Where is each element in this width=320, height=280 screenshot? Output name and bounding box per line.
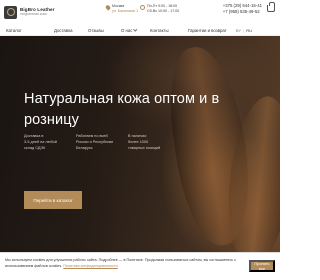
clock-icon — [140, 4, 145, 10]
feature-line: России и Республике — [76, 140, 114, 145]
go-to-catalog-button[interactable]: Перейти в каталог — [24, 191, 82, 209]
lang-ru[interactable]: RU — [246, 28, 252, 33]
feature-line: 3-5 дней на любой — [24, 140, 57, 145]
nav-item-delivery[interactable]: Доставка — [54, 28, 72, 33]
nav-item-label: Контакты — [150, 27, 169, 33]
cart-icon[interactable] — [267, 2, 275, 12]
work-schedule: Пн-Пт 9:00 - 18:00 Сб-Вс 10:00 - 17:00 — [140, 4, 179, 14]
nav-item-label: О нас — [121, 27, 133, 33]
site-header: BigBro Leather натуральная кожа Москва у… — [0, 0, 280, 24]
hero-title: Натуральная кожа оптом и в розницу — [24, 91, 220, 129]
nav-item-label: Отзывы — [88, 27, 104, 33]
city-selector[interactable]: Москва ул. Бакинская 1 — [104, 4, 139, 14]
nav-item-catalog[interactable]: Каталог — [6, 28, 22, 33]
feature-line: более 1000 — [128, 140, 149, 145]
nav-item-about[interactable]: О нас — [121, 27, 138, 33]
phone-link-ru[interactable]: +7 (958) 535-49-52 — [223, 9, 262, 15]
nav-item-reviews[interactable]: Отзывы — [88, 28, 104, 33]
feature-line: Доставка в — [24, 134, 44, 138]
main-nav: Каталог Доставка Отзывы О нас Контакты Г… — [0, 24, 280, 36]
feature-stock: В наличии более 1000 товарных позиций — [128, 134, 168, 151]
feature-line: товарных позиций — [128, 146, 161, 151]
nav-item-contacts[interactable]: Контакты — [150, 28, 169, 33]
feature-delivery: Доставка в 3-5 дней на любой склад СДЭК — [24, 134, 64, 151]
language-switcher: BY | RU — [236, 28, 252, 33]
nav-item-warranty[interactable]: Гарантии и возврат — [188, 28, 227, 33]
city-address: ул. Бакинская 1 — [112, 8, 139, 13]
lang-separator: | — [243, 27, 245, 33]
lang-by[interactable]: BY — [236, 28, 241, 33]
logo[interactable]: BigBro Leather натуральная кожа — [4, 3, 60, 21]
feature-line: Беларусь — [76, 146, 93, 151]
cookie-message: Мы используем cookies для улучшения рабо… — [5, 258, 236, 268]
nav-item-label: Гарантии и возврат — [188, 27, 227, 33]
location-pin-icon — [104, 4, 112, 11]
cookie-banner: Мы используем cookies для улучшения рабо… — [0, 252, 280, 280]
accept-cookies-button[interactable]: Принять все — [249, 260, 275, 272]
feature-line: В наличии — [128, 134, 147, 138]
hero-banner: Натуральная кожа оптом и в розницу Доста… — [0, 36, 280, 252]
nav-item-label: Доставка — [54, 27, 73, 33]
chevron-down-icon — [133, 27, 138, 32]
logo-icon — [4, 5, 17, 19]
phone-numbers: +375 (29) 544-15-41 +7 (958) 535-49-52 — [223, 3, 262, 15]
privacy-policy-link[interactable]: Политика конфиденциальности — [63, 264, 117, 268]
logo-tagline: натуральная кожа — [20, 12, 47, 17]
nav-item-label: Каталог — [6, 27, 22, 33]
feature-regions: Работаем по всей России и Республике Бел… — [76, 134, 116, 151]
feature-line: Работаем по всей — [76, 134, 108, 138]
feature-line: склад СДЭК — [24, 146, 46, 151]
cookie-text: Мы используем cookies для улучшения рабо… — [5, 258, 241, 269]
schedule-weekend: Сб-Вс 10:00 - 17:00 — [147, 8, 180, 13]
